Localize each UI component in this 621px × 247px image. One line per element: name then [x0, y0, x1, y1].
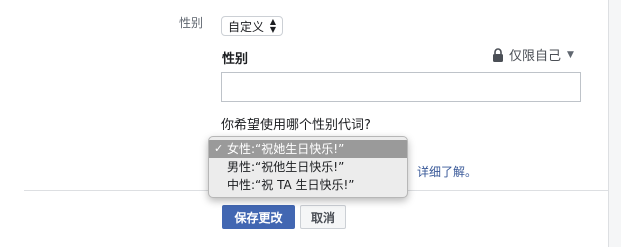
- caret-down-icon: ▼: [567, 49, 574, 60]
- pronoun-question: 你希望使用哪个性别代词?: [221, 118, 371, 133]
- gender-select-value: 自定义: [228, 19, 265, 34]
- cancel-button[interactable]: 取消: [300, 205, 346, 229]
- pronoun-dropdown[interactable]: ✓ 女性:“祝她生日快乐!” 男性:“祝他生日快乐!” 中性:“祝 TA 生日快…: [208, 136, 408, 198]
- checkmark-icon: ✓: [214, 142, 224, 155]
- pronoun-option-male[interactable]: 男性:“祝他生日快乐!”: [209, 158, 407, 176]
- lock-icon: [493, 47, 503, 62]
- pronoun-option-label: 中性:“祝 TA 生日快乐!”: [227, 178, 355, 192]
- pronoun-option-neutral[interactable]: 中性:“祝 TA 生日快乐!”: [209, 176, 407, 194]
- pronoun-option-label: 女性:“祝她生日快乐!”: [227, 142, 345, 156]
- select-arrows-icon: ▲ ▼: [269, 17, 276, 34]
- pronoun-option-label: 男性:“祝他生日快乐!”: [227, 160, 345, 174]
- gender-row-label: 性别: [178, 16, 203, 30]
- pronoun-option-female[interactable]: ✓ 女性:“祝她生日快乐!”: [209, 140, 407, 158]
- gender-select[interactable]: 自定义 ▲ ▼: [221, 16, 283, 36]
- privacy-label: 仅限自己: [509, 49, 562, 64]
- save-button[interactable]: 保存更改: [222, 205, 295, 229]
- page-gutter: [609, 0, 621, 247]
- custom-gender-input[interactable]: [221, 72, 581, 102]
- custom-gender-label: 性别: [222, 52, 249, 67]
- privacy-selector[interactable]: 仅限自己 ▼: [492, 45, 574, 64]
- learn-more-link[interactable]: 详细了解。: [417, 163, 477, 180]
